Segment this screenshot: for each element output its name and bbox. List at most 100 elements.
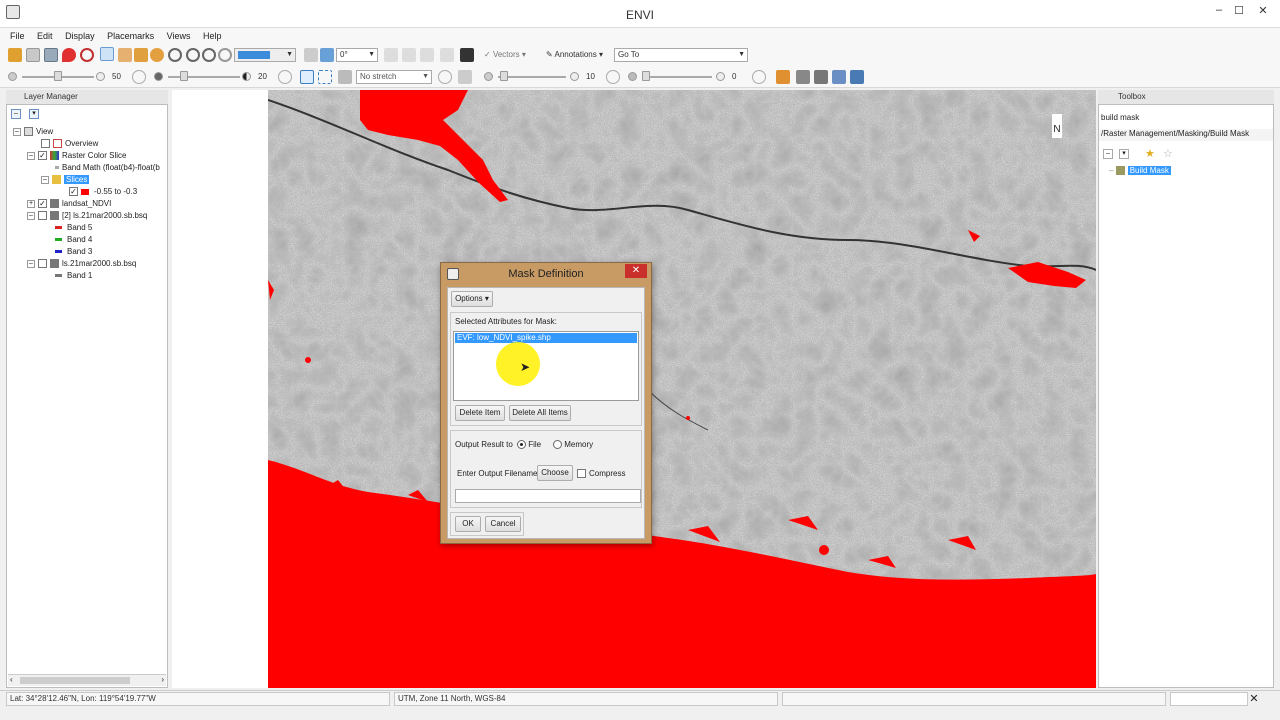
contrast-slider[interactable]: [168, 76, 240, 78]
tree-band-math[interactable]: Band Math (float(b4)-float(b: [55, 162, 171, 174]
crosshair-icon[interactable]: [80, 48, 94, 62]
tree-band-3[interactable]: Band 3: [55, 246, 92, 258]
tree-raster-color-slice[interactable]: – ✓ Raster Color Slice: [27, 150, 126, 162]
refresh-icon[interactable]: [278, 70, 292, 84]
tree-band-5[interactable]: Band 5: [55, 222, 92, 234]
compress-checkbox[interactable]: Compress: [577, 468, 625, 480]
portal-icon[interactable]: [814, 70, 828, 84]
goto-combo[interactable]: Go To ▼: [614, 48, 748, 62]
layer-icon[interactable]: [44, 48, 58, 62]
tree-band-4[interactable]: Band 4: [55, 234, 92, 246]
delete-item-button[interactable]: Delete Item: [455, 405, 505, 421]
toolbox-result-build-mask[interactable]: – Build Mask: [1109, 165, 1171, 177]
rotate-right-icon[interactable]: [320, 48, 334, 62]
transparency-knob[interactable]: [642, 71, 650, 81]
options-menu-button[interactable]: Options ▾: [451, 291, 493, 307]
annotations-menu[interactable]: ✎ Annotations ▾: [546, 48, 603, 62]
placemark-icon[interactable]: [62, 48, 76, 62]
rotate-left-icon[interactable]: [304, 48, 318, 62]
contrast-reset-icon[interactable]: [242, 72, 251, 81]
layer-horizontal-scrollbar[interactable]: ‹ ›: [8, 674, 166, 686]
menu-display[interactable]: Display: [65, 28, 95, 42]
memory-radio[interactable]: Memory: [553, 439, 593, 451]
tree-view[interactable]: – View: [13, 126, 53, 138]
rotate-icon[interactable]: [150, 48, 164, 62]
menu-file[interactable]: File: [10, 28, 25, 42]
rotation-combo[interactable]: 0° ▼: [336, 48, 378, 62]
stretch-combo[interactable]: No stretch ▼: [356, 70, 432, 84]
sharpen-reset-icon[interactable]: [570, 72, 579, 81]
tree-slice-range[interactable]: ✓ -0.55 to -0.3: [69, 186, 137, 198]
vectors-menu[interactable]: ✓ Vectors ▾: [484, 48, 526, 62]
ndvi-map-image[interactable]: N: [268, 90, 1096, 688]
maximize-button[interactable]: ☐: [1228, 4, 1250, 18]
tree-ls[interactable]: – ls.21mar2000.sb.bsq: [27, 258, 136, 270]
zoom-in-icon[interactable]: [186, 48, 200, 62]
profile-icon[interactable]: [420, 48, 434, 62]
dialog-close-button[interactable]: ✕: [625, 264, 647, 278]
minimize-button[interactable]: –: [1208, 4, 1230, 18]
histogram-icon[interactable]: [338, 70, 352, 84]
refresh-icon[interactable]: [438, 70, 452, 84]
collapse-icon[interactable]: –: [1103, 149, 1113, 159]
menu-placemarks[interactable]: Placemarks: [107, 28, 154, 42]
delete-all-items-button[interactable]: Delete All Items: [509, 405, 571, 421]
expand-icon[interactable]: ▾: [1119, 149, 1129, 159]
selected-attributes-label: Selected Attributes for Mask:: [455, 317, 557, 326]
view-layout-icon[interactable]: [796, 70, 810, 84]
output-filename-label: Enter Output Filename: [457, 469, 538, 478]
refresh-icon[interactable]: [606, 70, 620, 84]
zoom-full-icon[interactable]: [218, 48, 232, 62]
open-folder-icon[interactable]: [8, 48, 22, 62]
refresh-icon[interactable]: [132, 70, 146, 84]
menu-edit[interactable]: Edit: [37, 28, 53, 42]
north-up-icon[interactable]: [384, 48, 398, 62]
cancel-button[interactable]: Cancel: [485, 516, 521, 532]
chip-view-icon[interactable]: [850, 70, 864, 84]
collapse-all-icon[interactable]: –: [11, 109, 21, 119]
ok-button[interactable]: OK: [455, 516, 481, 532]
contrast-knob[interactable]: [180, 71, 188, 81]
unfavorite-star-icon[interactable]: ☆: [1163, 147, 1173, 160]
attributes-listbox[interactable]: EVF: low_NDVI_spike.shp ➤: [453, 331, 639, 401]
zoom-out-icon[interactable]: [202, 48, 216, 62]
output-filename-input[interactable]: [455, 489, 641, 503]
file-radio[interactable]: File: [517, 439, 541, 451]
transparency-slider[interactable]: [642, 76, 712, 78]
tree-landsat-ndvi[interactable]: + ✓ landsat_NDVI: [27, 198, 111, 210]
tree-overview[interactable]: Overview: [41, 138, 98, 150]
expand-all-icon[interactable]: ▾: [29, 109, 39, 119]
favorite-star-icon[interactable]: ★: [1145, 147, 1155, 160]
select-arrow-icon[interactable]: [100, 47, 114, 61]
brightness-reset-icon[interactable]: [96, 72, 105, 81]
roi-select-icon[interactable]: [300, 70, 314, 84]
cancel-process-icon[interactable]: ✕: [1248, 692, 1260, 706]
measure-icon[interactable]: [402, 48, 416, 62]
tree-ls-2[interactable]: – [2] ls.21mar2000.sb.bsq: [27, 210, 147, 222]
menu-views[interactable]: Views: [167, 28, 191, 42]
pan-hand-icon[interactable]: [118, 48, 132, 62]
chart-icon[interactable]: [458, 70, 472, 84]
roi-dashed-icon[interactable]: [318, 70, 332, 84]
tree-band-1[interactable]: Band 1: [55, 270, 92, 282]
sharpen-slider[interactable]: [498, 76, 566, 78]
close-window-button[interactable]: ✕: [1252, 4, 1274, 18]
toolbox-search-input[interactable]: build mask: [1099, 113, 1273, 125]
data-manager-icon[interactable]: [26, 48, 40, 62]
refresh-icon[interactable]: [752, 70, 766, 84]
zoom-icon[interactable]: [168, 48, 182, 62]
stretch-tool-icon[interactable]: [776, 70, 790, 84]
layer-manager-header: Layer Manager: [6, 90, 168, 104]
fly-icon[interactable]: [134, 48, 148, 62]
transparency-reset-icon[interactable]: [716, 72, 725, 81]
export-icon[interactable]: [460, 48, 474, 62]
zoom-combo[interactable]: ▼: [234, 48, 296, 62]
tree-slices[interactable]: – Slices: [41, 174, 90, 186]
choose-button[interactable]: Choose: [537, 465, 573, 481]
sharpen-knob[interactable]: [500, 71, 508, 81]
brightness-knob[interactable]: [54, 71, 62, 81]
menu-help[interactable]: Help: [203, 28, 222, 42]
cursor-value-icon[interactable]: [440, 48, 454, 62]
link-views-icon[interactable]: [832, 70, 846, 84]
attribute-list-item[interactable]: EVF: low_NDVI_spike.shp: [455, 333, 637, 343]
